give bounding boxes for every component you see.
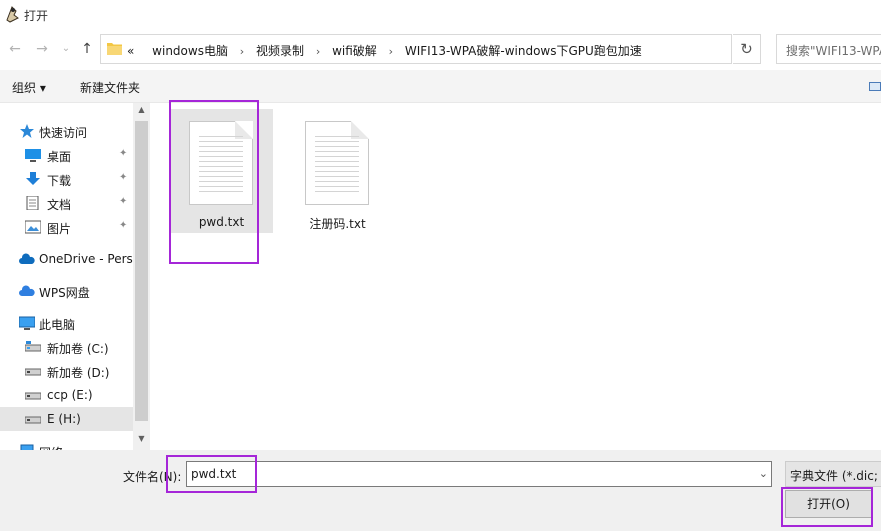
- sidebar-item-label: 文档: [47, 198, 72, 212]
- navigation-pane: 快速访问 桌面 ✦ 下载 ✦ 文档 ✦ 图片 ✦ OneDrive - Pers…: [0, 103, 150, 450]
- up-arrow-icon[interactable]: ↑: [78, 40, 96, 58]
- breadcrumb: « windows电脑 › 视频录制 › wifi破解 › WIFI13-WPA…: [127, 42, 642, 59]
- file-list: pwd.txt 注册码.txt: [150, 103, 881, 450]
- sidebar-item-label: 此电脑: [39, 318, 76, 332]
- folder-icon: [107, 43, 122, 55]
- dialog-footer: 文件名(N): pwd.txt ⌄ 字典文件 (*.dic; *.txt) 打开…: [0, 450, 881, 531]
- new-folder-button[interactable]: 新建文件夹: [80, 79, 140, 96]
- filename-input[interactable]: pwd.txt ⌄: [186, 461, 772, 487]
- sidebar-item-this-pc[interactable]: 此电脑: [0, 311, 133, 335]
- desktop-icon: [25, 149, 41, 162]
- sidebar-item-onedrive[interactable]: OneDrive - Personal: [0, 247, 150, 271]
- sidebar-item-downloads[interactable]: 下载 ✦: [0, 167, 133, 191]
- sidebar-item-pictures[interactable]: 图片 ✦: [0, 215, 133, 239]
- drive-icon: [25, 416, 41, 424]
- change-view-icon[interactable]: [869, 82, 881, 91]
- organize-button[interactable]: 组织 ▾: [12, 79, 46, 96]
- pin-icon[interactable]: ✦: [119, 220, 127, 231]
- sidebar-item-label: 桌面: [47, 150, 72, 164]
- document-icon: [26, 196, 39, 210]
- highlight-box-filename: [166, 455, 257, 493]
- sidebar-item-drive-c[interactable]: 新加卷 (C:): [0, 335, 133, 359]
- scrollbar-thumb[interactable]: [135, 121, 148, 421]
- breadcrumb-separator-icon[interactable]: ›: [389, 45, 393, 58]
- search-input[interactable]: 搜索"WIFI13-WPA破解-windows下GPU跑包加速": [776, 34, 881, 64]
- command-bar: 组织 ▾ 新建文件夹: [0, 70, 881, 103]
- breadcrumb-overflow[interactable]: «: [127, 44, 134, 58]
- refresh-icon[interactable]: ↻: [733, 34, 761, 64]
- scroll-down-icon[interactable]: ▼: [133, 434, 150, 448]
- breadcrumb-item-wifi[interactable]: wifi破解: [332, 44, 377, 58]
- file-type-filter[interactable]: 字典文件 (*.dic; *.txt): [785, 461, 881, 487]
- cloud-icon: [19, 285, 35, 296]
- sidebar-item-label: 新加卷 (D:): [47, 366, 110, 380]
- download-icon: [26, 172, 40, 185]
- sidebar-item-documents[interactable]: 文档 ✦: [0, 191, 133, 215]
- breadcrumb-separator-icon[interactable]: ›: [316, 45, 320, 58]
- highlight-box-open-button: [781, 487, 873, 527]
- sidebar-item-label: 下载: [47, 174, 72, 188]
- back-arrow-icon[interactable]: ←: [6, 40, 24, 58]
- sidebar-item-label: WPS网盘: [39, 286, 90, 300]
- sidebar-item-drive-d[interactable]: 新加卷 (D:): [0, 359, 133, 383]
- scroll-up-icon[interactable]: ▲: [133, 105, 150, 119]
- sidebar-item-label: ccp (E:): [47, 388, 93, 402]
- filename-dropdown-icon[interactable]: ⌄: [759, 467, 768, 480]
- star-icon: [20, 124, 34, 138]
- drive-icon: [25, 392, 41, 400]
- computer-icon: [19, 316, 35, 330]
- file-name: 注册码.txt: [309, 217, 366, 231]
- breadcrumb-item-current[interactable]: WIFI13-WPA破解-windows下GPU跑包加速: [405, 44, 642, 58]
- pin-icon[interactable]: ✦: [119, 196, 127, 207]
- address-bar[interactable]: « windows电脑 › 视频录制 › wifi破解 › WIFI13-WPA…: [100, 34, 820, 64]
- cloud-icon: [19, 253, 35, 264]
- breadcrumb-item-windows[interactable]: windows电脑: [152, 44, 228, 58]
- app-icon: [6, 6, 19, 23]
- drive-icon: [25, 341, 41, 352]
- pin-icon[interactable]: ✦: [119, 148, 127, 159]
- sidebar-item-drive-e[interactable]: ccp (E:): [0, 383, 133, 407]
- highlight-box-file: [169, 100, 259, 264]
- recent-locations-chevron-icon[interactable]: ⌄: [57, 40, 75, 58]
- breadcrumb-separator-icon[interactable]: ›: [240, 45, 244, 58]
- file-item-registration-code[interactable]: 注册码.txt: [286, 109, 389, 233]
- text-file-icon: [305, 121, 369, 205]
- sidebar-item-drive-h[interactable]: E (H:): [0, 407, 133, 431]
- sidebar-item-network[interactable]: 网络: [0, 439, 133, 450]
- navigation-pane-scrollbar[interactable]: ▲ ▼: [133, 103, 150, 450]
- drive-icon: [25, 368, 41, 376]
- sidebar-item-label: 快速访问: [39, 126, 88, 140]
- title-bar: 打开: [0, 0, 881, 30]
- breadcrumb-item-video[interactable]: 视频录制: [256, 44, 304, 58]
- forward-arrow-icon[interactable]: →: [33, 40, 51, 58]
- window-title: 打开: [24, 9, 49, 23]
- sidebar-item-label: 新加卷 (C:): [47, 342, 109, 356]
- sidebar-item-quick-access[interactable]: 快速访问: [0, 119, 133, 143]
- sidebar-item-desktop[interactable]: 桌面 ✦: [0, 143, 133, 167]
- pin-icon[interactable]: ✦: [119, 172, 127, 183]
- pictures-icon: [25, 220, 41, 234]
- sidebar-item-label: E (H:): [47, 412, 81, 426]
- navigation-bar: ← → ⌄ ↑ « windows电脑 › 视频录制 › wifi破解 › WI…: [0, 30, 881, 70]
- sidebar-item-label: 图片: [47, 222, 72, 236]
- sidebar-item-wps-drive[interactable]: WPS网盘: [0, 279, 133, 303]
